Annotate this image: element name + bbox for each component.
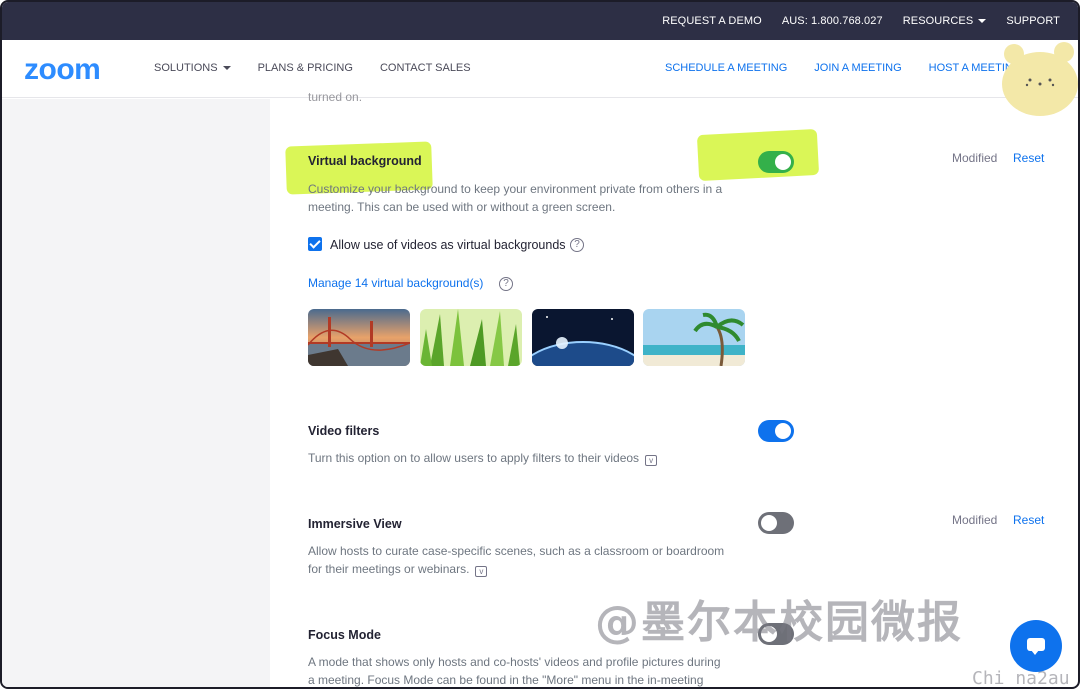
immersive-view-desc-line2: for their meetings or webinars. v — [308, 560, 488, 578]
toggle-knob — [775, 154, 791, 170]
virtual-background-toggle[interactable] — [758, 151, 794, 173]
immersive-view-toggle[interactable] — [758, 512, 794, 534]
allow-video-backgrounds-checkbox[interactable] — [308, 237, 322, 251]
help-icon[interactable]: ? — [499, 277, 513, 291]
watermark-secondary: Chi na2au — [972, 668, 1070, 689]
join-meeting-link[interactable]: JOIN A MEETING — [814, 62, 901, 74]
plans-pricing-link[interactable]: PLANS & PRICING — [258, 62, 353, 74]
main-nav: zoom SOLUTIONS PLANS & PRICING CONTACT S… — [2, 40, 1078, 98]
bear-sticker-icon — [1002, 42, 1078, 116]
golden-gate-bridge-thumbnail[interactable] — [308, 309, 410, 366]
support-link[interactable]: SUPPORT — [1006, 15, 1060, 27]
chevron-down-icon — [978, 19, 987, 24]
virtual-background-desc-line2: meeting. This can be used with or withou… — [308, 200, 616, 214]
resources-menu[interactable]: RESOURCES — [903, 15, 987, 27]
toggle-knob — [775, 423, 791, 439]
focus-mode-desc-line2: a meeting. Focus Mode can be found in th… — [308, 673, 704, 687]
nav-right-links: SCHEDULE A MEETING JOIN A MEETING HOST A… — [665, 62, 1048, 74]
chevron-down-icon — [222, 66, 231, 71]
toggle-knob — [761, 515, 777, 531]
request-demo-link[interactable]: REQUEST A DEMO — [662, 15, 762, 27]
video-filters-desc-text: Turn this option on to allow users to ap… — [308, 451, 640, 465]
previous-setting-text: turned on. — [308, 90, 363, 104]
grass-thumbnail[interactable] — [420, 309, 522, 366]
immersive-view-desc-text: for their meetings or webinars. — [308, 562, 470, 576]
immersive-view-desc-line1: Allow hosts to curate case-specific scen… — [308, 544, 725, 558]
manage-backgrounds-link[interactable]: Manage 14 virtual background(s) — [308, 276, 483, 290]
video-filters-desc: Turn this option on to allow users to ap… — [308, 449, 658, 467]
reset-link[interactable]: Reset — [1013, 151, 1044, 165]
highlight-mark — [696, 128, 820, 182]
virtual-background-desc-line1: Customize your background to keep your e… — [308, 182, 723, 196]
solutions-label: SOLUTIONS — [154, 62, 218, 74]
nav-left-links: SOLUTIONS PLANS & PRICING CONTACT SALES — [154, 62, 498, 74]
allow-video-backgrounds-label: Allow use of videos as virtual backgroun… — [330, 238, 566, 252]
video-filters-title: Video filters — [308, 424, 380, 438]
contact-sales-link[interactable]: CONTACT SALES — [380, 62, 471, 74]
schedule-meeting-link[interactable]: SCHEDULE A MEETING — [665, 62, 787, 74]
version-tag-icon[interactable]: v — [475, 566, 488, 577]
help-icon[interactable]: ? — [570, 238, 584, 252]
browser-frame: REQUEST A DEMO AUS: 1.800.768.027 RESOUR… — [0, 0, 1080, 689]
chat-button[interactable] — [1010, 620, 1062, 672]
resources-label: RESOURCES — [902, 15, 974, 27]
settings-sidebar — [2, 99, 270, 687]
version-tag-icon[interactable]: v — [645, 455, 658, 466]
earth-space-thumbnail[interactable] — [532, 309, 634, 366]
modified-label: Modified — [952, 513, 998, 527]
solutions-menu[interactable]: SOLUTIONS — [154, 62, 231, 74]
top-utility-bar: REQUEST A DEMO AUS: 1.800.768.027 RESOUR… — [2, 2, 1078, 40]
reset-link[interactable]: Reset — [1013, 513, 1044, 527]
phone-number[interactable]: AUS: 1.800.768.027 — [782, 15, 883, 27]
zoom-logo[interactable]: zoom — [24, 53, 101, 87]
video-filters-toggle[interactable] — [758, 420, 794, 442]
focus-mode-desc-line1: A mode that shows only hosts and co-host… — [308, 655, 721, 669]
virtual-background-title: Virtual background — [308, 154, 422, 168]
modified-label: Modified — [952, 151, 998, 165]
watermark-text: @墨尔本校园微报 — [595, 597, 963, 648]
beach-palm-thumbnail[interactable] — [643, 309, 745, 366]
immersive-view-title: Immersive View — [308, 517, 402, 531]
focus-mode-title: Focus Mode — [308, 628, 381, 642]
chat-bubble-tail — [1031, 650, 1039, 655]
